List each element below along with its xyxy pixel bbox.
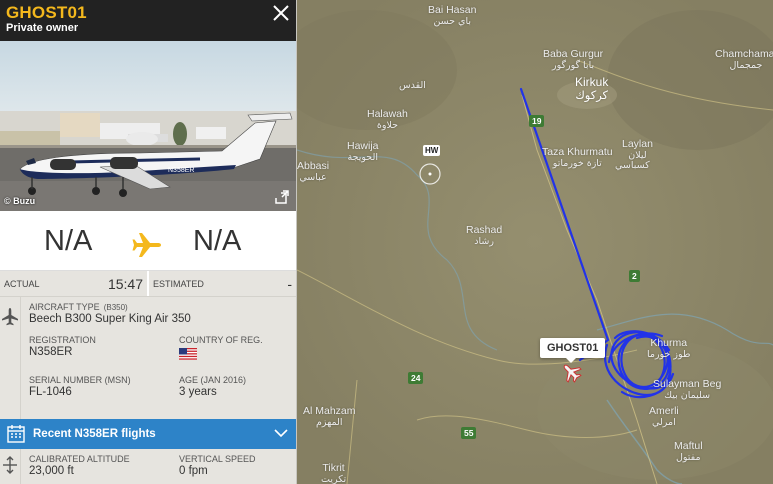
msn-field: SERIAL NUMBER (MSN) FL-1046 — [29, 375, 179, 398]
registration-label: REGISTRATION — [29, 335, 96, 345]
city-label: Maftul مفتول — [674, 440, 703, 463]
road-shield: 2 — [629, 270, 640, 282]
calibrated-altitude-value: 23,000 ft — [29, 465, 74, 477]
city-label: Chamchamal جمجمال — [715, 48, 773, 71]
recent-flights-bar[interactable]: Recent N358ER flights — [0, 419, 296, 449]
city-label: كسباسي — [615, 160, 650, 171]
aircraft-photo[interactable]: N358ER © Buzu — [0, 41, 296, 211]
road-shield: 24 — [408, 372, 424, 384]
map-callsign-tag[interactable]: GHOST01 — [540, 338, 606, 363]
city-label: Kirkuk كركوك — [575, 75, 609, 102]
estimated-label: ESTIMATED — [153, 278, 204, 289]
vertical-speed-label: VERTICAL SPEED — [179, 454, 256, 464]
city-label: Bai Hasan باي حسن — [428, 4, 477, 27]
expand-icon[interactable] — [273, 190, 289, 206]
photo-registration: N358ER — [168, 167, 194, 174]
callsign-title: GHOST01 — [6, 3, 87, 22]
owner-label: Private owner — [6, 22, 79, 34]
vertical-speed-value: 0 fpm — [179, 465, 208, 477]
aircraft-type-field: AIRCRAFT TYPE (B350) Beech B300 Super Kin… — [29, 302, 296, 325]
registration-field: REGISTRATION N358ER — [29, 335, 179, 365]
road-shield: 19 — [529, 115, 545, 127]
destination-code[interactable]: N/A — [193, 225, 241, 258]
calendar-icon — [6, 425, 25, 443]
flight-map[interactable]: Bai Hasan باي حسن Baba Gurgur بابا گورگور … — [297, 0, 773, 484]
chevron-down-icon[interactable] — [274, 428, 288, 438]
city-label: Halawah حلاوة — [367, 108, 408, 131]
age-value: 3 years — [179, 386, 217, 398]
route-plane — [128, 226, 166, 264]
panel-header: GHOST01 Private owner — [0, 0, 296, 41]
us-flag-icon — [179, 348, 197, 360]
estimated-time: ESTIMATED - — [149, 271, 296, 296]
actual-time: ACTUAL 15:47 — [0, 271, 149, 296]
airplane-icon — [132, 233, 161, 257]
city-label: Rashad رشاد — [466, 224, 503, 247]
altitude-icon — [3, 456, 17, 474]
age-label: AGE (JAN 2016) — [179, 375, 247, 385]
aircraft-photo-image: N358ER — [0, 41, 296, 211]
city-label: Amerli امرلي — [649, 405, 679, 428]
vertical-speed-field: VERTICAL SPEED 0 fpm — [179, 454, 296, 477]
msn-label: SERIAL NUMBER (MSN) — [29, 375, 131, 385]
aircraft-type-label: AIRCRAFT TYPE — [29, 302, 100, 312]
city-label: Taza Khurmatu تازة خورماتو — [542, 146, 613, 169]
close-icon[interactable] — [272, 4, 290, 22]
flight-info-panel: GHOST01 Private owner N358ER © Buzu N/A … — [0, 0, 297, 484]
country-label: COUNTRY OF REG. — [179, 335, 263, 345]
city-label: Tikrit تكريت — [321, 462, 347, 484]
country-field: COUNTRY OF REG. — [179, 335, 296, 365]
age-field: AGE (JAN 2016) 3 years — [179, 375, 296, 398]
times-row: ACTUAL 15:47 ESTIMATED - — [0, 271, 296, 297]
city-label: القدس — [399, 80, 426, 91]
msn-value: FL-1046 — [29, 386, 72, 398]
actual-label: ACTUAL — [4, 278, 40, 289]
hw-marker: HW — [423, 145, 441, 156]
actual-value: 15:47 — [107, 275, 143, 292]
photo-credit[interactable]: © Buzu — [4, 196, 35, 206]
altitude-section: CALIBRATED ALTITUDE 23,000 ft VERTICAL S… — [0, 449, 296, 484]
route-section: N/A N/A — [0, 211, 296, 271]
city-label: Abbasi عباسي — [297, 160, 330, 183]
aircraft-icon — [2, 308, 18, 326]
city-label: Al Mahzam المهزم — [303, 405, 356, 428]
city-label: Laylan ليلان — [622, 138, 653, 161]
city-label: Khurma طوز خورما — [647, 337, 691, 360]
aircraft-details: AIRCRAFT TYPE (B350) Beech B300 Super Kin… — [0, 297, 296, 419]
road-shield: 55 — [461, 427, 477, 439]
recent-flights-label[interactable]: Recent N358ER flights — [33, 428, 156, 440]
city-label: Hawija الحويجة — [347, 140, 379, 163]
city-label: Sulayman Beg سليمان بيك — [653, 378, 722, 401]
origin-code[interactable]: N/A — [44, 225, 92, 258]
map-terrain — [297, 0, 773, 484]
calibrated-altitude-field: CALIBRATED ALTITUDE 23,000 ft — [29, 454, 179, 477]
estimated-value: - — [287, 275, 292, 292]
calibrated-altitude-label: CALIBRATED ALTITUDE — [29, 454, 130, 464]
registration-value: N358ER — [29, 346, 73, 358]
city-label: Baba Gurgur بابا گورگور — [543, 48, 604, 71]
aircraft-type-code: (B350) — [103, 303, 128, 312]
aircraft-type-value: Beech B300 Super King Air 350 — [29, 313, 191, 325]
